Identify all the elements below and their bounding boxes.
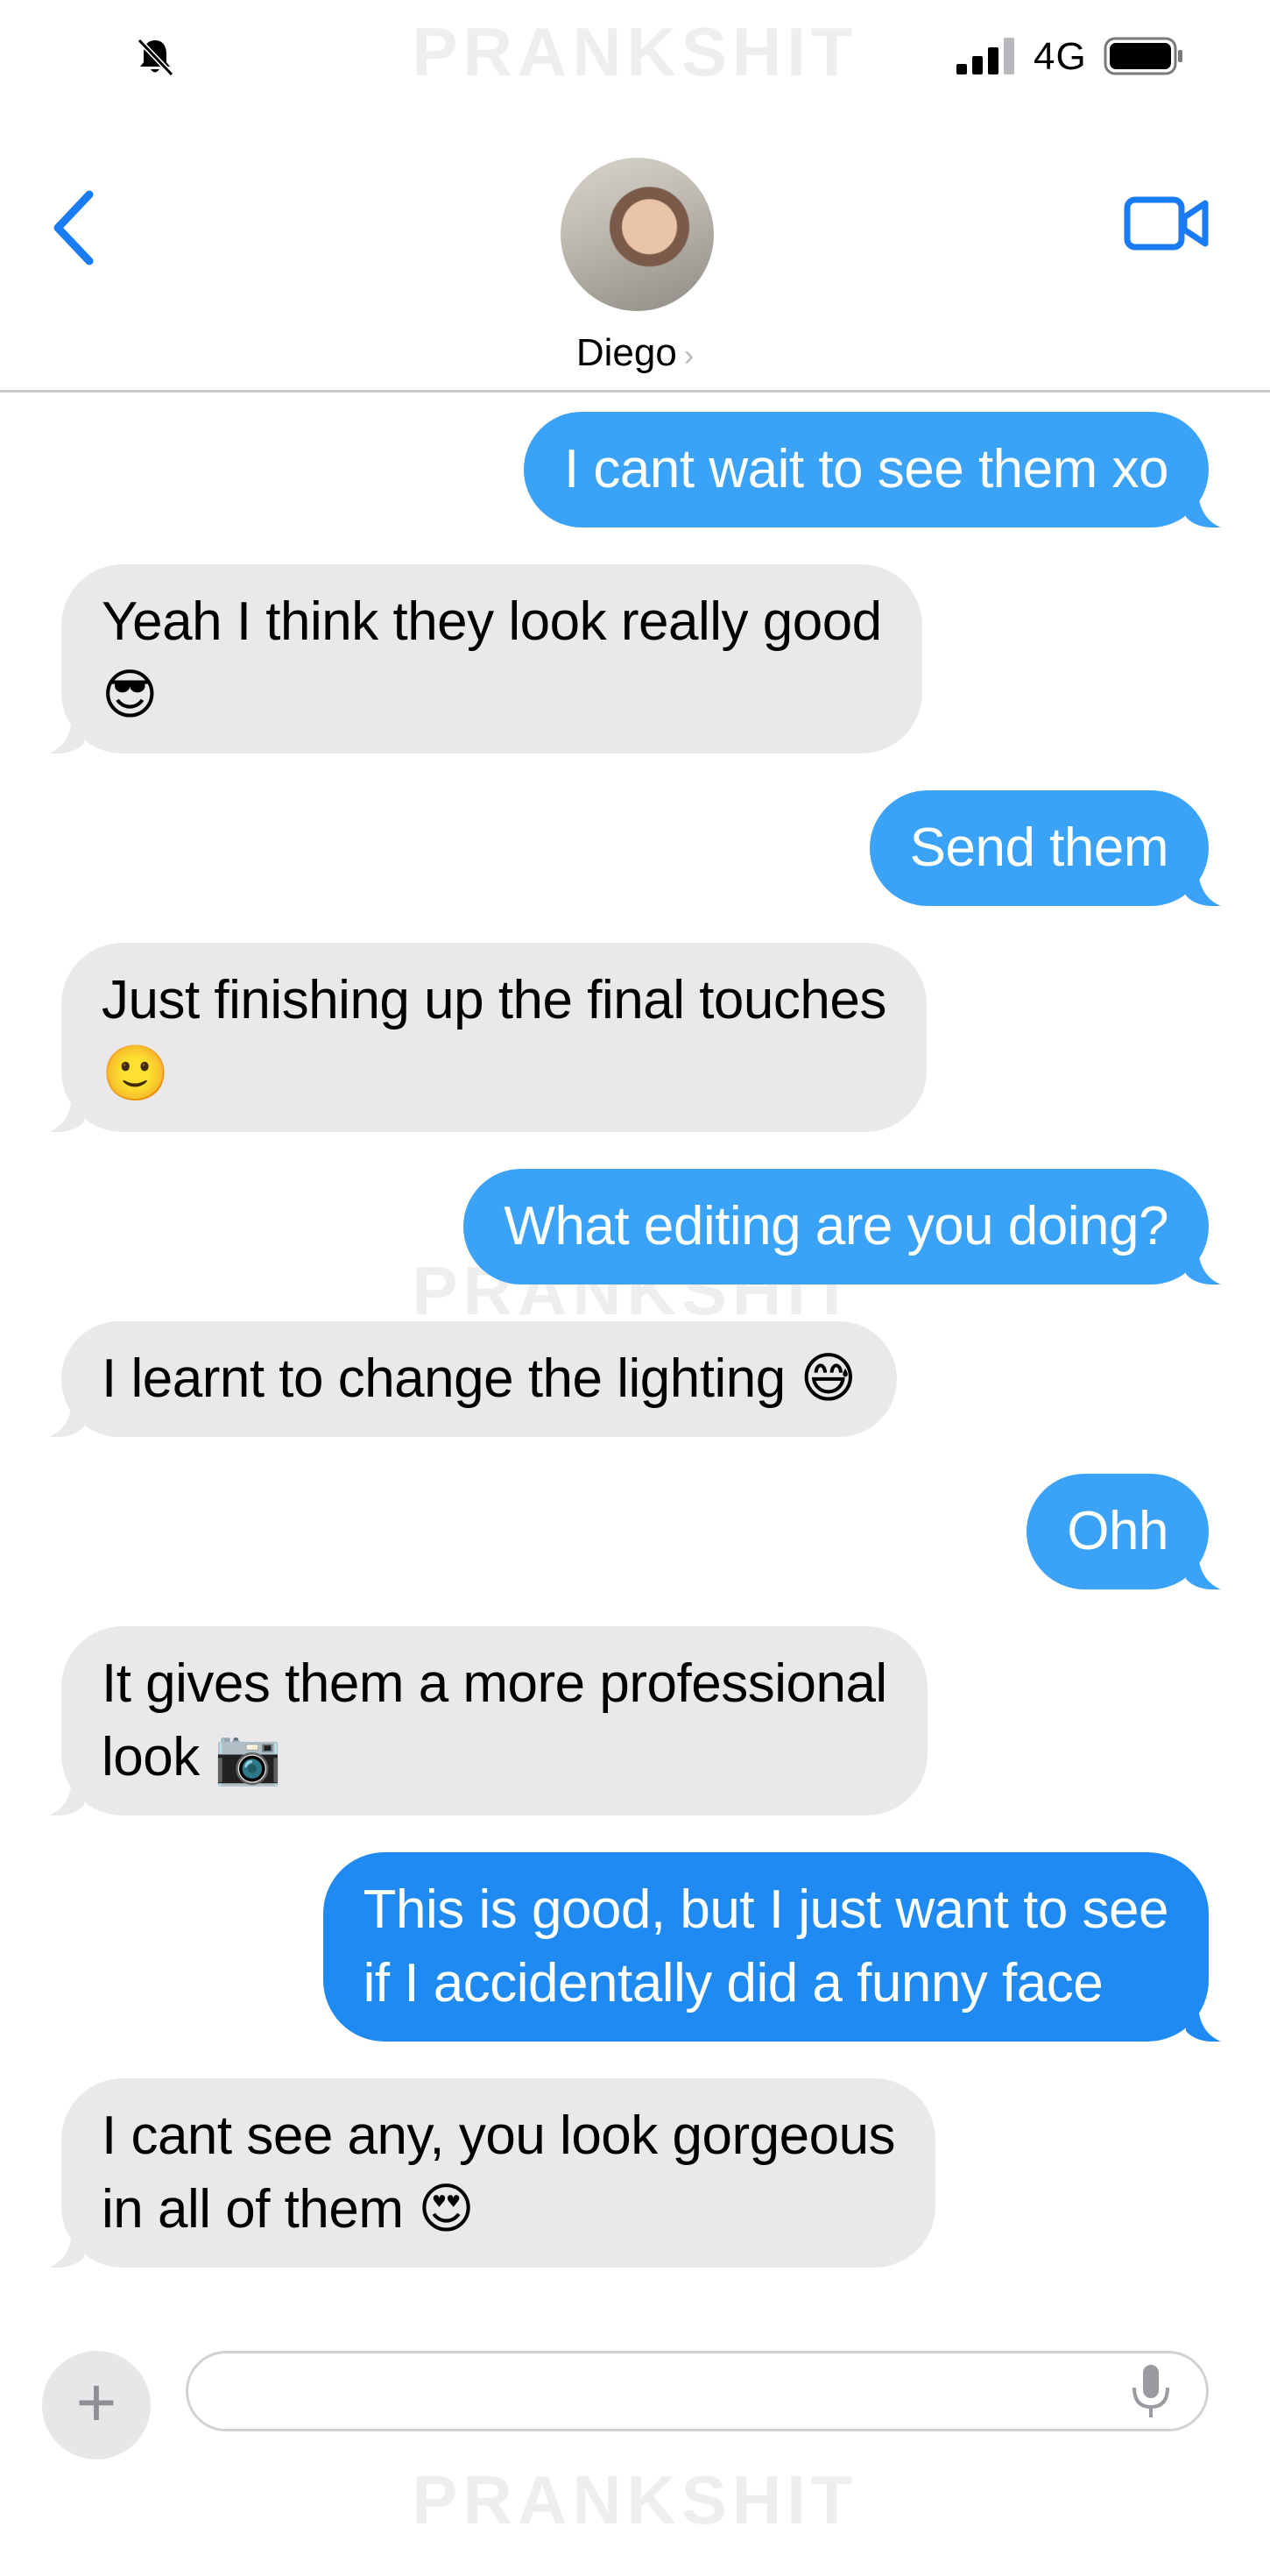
message-text: What editing are you doing? [504,1196,1168,1256]
bubble-tail [49,2233,84,2268]
incoming-message[interactable]: I learnt to change the lighting 😅 [49,1321,897,1437]
outgoing-message[interactable]: This is good, but I just want to see if … [322,1852,1221,2042]
message-text: Send them [909,817,1169,878]
bubble-tail [49,1097,84,1132]
bubble-tail [49,718,84,754]
message-text: Ohh [1067,1501,1168,1561]
chevron-right-icon: › [683,339,695,372]
contact-name: Diego [575,331,677,374]
bubble-tail [1186,871,1221,906]
microphone-icon[interactable] [1125,2361,1177,2423]
incoming-message[interactable]: I cant see any, you look gorgeous in all… [49,2078,936,2268]
outgoing-message[interactable]: Ohh [1027,1474,1221,1589]
incoming-message[interactable]: It gives them a more professional look 📷 [49,1626,928,1815]
bubble-tail [49,1780,84,1815]
conversation-header: Diego › [0,114,1270,393]
video-camera-icon[interactable] [1123,193,1210,254]
message-input[interactable] [186,2351,1209,2431]
bubble-tail [1186,2006,1221,2042]
watermark: PRANKSHIT [412,13,858,90]
outgoing-message[interactable]: I cant wait to see them xo [523,412,1221,527]
message-text: This is good, but I just want to see if … [363,1879,1169,2013]
message-text: I learnt to change the lighting 😅 [102,1348,857,1409]
message-text: Just finishing up the final touches 🙂 [102,970,886,1104]
incoming-message[interactable]: Yeah I think they look really good 😎 [49,564,922,754]
message-text: Yeah I think they look really good 😎 [102,591,882,725]
message-text: It gives them a more professional look 📷 [102,1653,887,1787]
bubble-tail [1186,492,1221,527]
contact-name-button[interactable]: Diego › [0,331,1270,375]
plus-icon: + [75,2363,117,2441]
plus-button[interactable]: + [42,2351,151,2459]
avatar[interactable] [561,158,714,311]
bubble-tail [1186,1249,1221,1284]
outgoing-message[interactable]: Send them [869,790,1221,906]
message-text: I cant see any, you look gorgeous in all… [102,2105,896,2240]
bubble-tail [1186,1554,1221,1589]
message-text: I cant wait to see them xo [563,439,1169,499]
watermark: PRANKSHIT [412,2461,858,2538]
back-chevron-icon[interactable] [44,184,105,272]
bubble-tail [49,1402,84,1437]
incoming-message[interactable]: Just finishing up the final touches 🙂 [49,943,927,1132]
outgoing-message[interactable]: What editing are you doing? [463,1169,1221,1284]
